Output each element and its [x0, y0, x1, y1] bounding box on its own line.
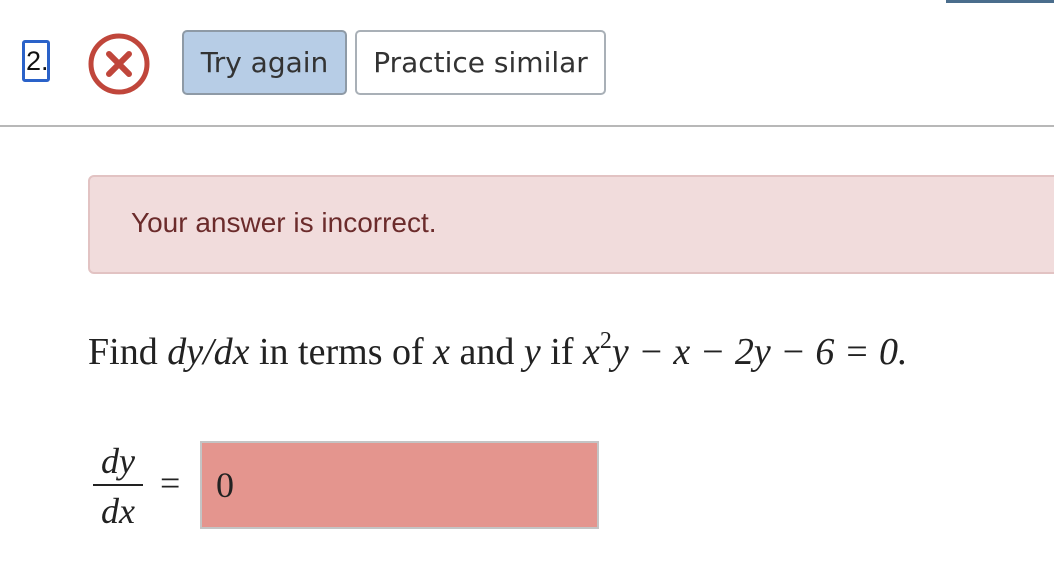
derivative-notation: dy/dx	[167, 331, 250, 373]
question-mid-3: if	[540, 331, 583, 373]
try-again-button[interactable]: Try again	[182, 30, 347, 95]
x-circle-icon	[88, 33, 150, 95]
equation-exponent: 2	[599, 328, 612, 354]
variable-x: x	[433, 331, 451, 373]
question-text: Find dy/dx in terms of x and y if x2y − …	[88, 326, 908, 378]
question-number[interactable]: 2.	[22, 40, 50, 82]
question-mid-2: and	[450, 331, 524, 373]
equation-rest: y − x − 2y − 6 = 0.	[611, 331, 908, 373]
question-prefix: Find	[88, 331, 168, 373]
practice-similar-button[interactable]: Practice similar	[355, 30, 606, 95]
question-mid-1: in terms of	[249, 331, 434, 373]
alert-message: Your answer is incorrect.	[131, 207, 437, 238]
equals-sign: =	[160, 463, 181, 503]
fraction-numerator: dy	[101, 441, 135, 481]
equation-x: x	[582, 331, 600, 373]
header-divider	[0, 125, 1054, 127]
incorrect-alert: Your answer is incorrect.	[88, 175, 1054, 274]
fraction-bar	[93, 484, 143, 486]
fraction-denominator: dx	[101, 491, 135, 531]
top-accent-line	[946, 0, 1054, 3]
variable-y: y	[523, 331, 541, 373]
answer-input[interactable]	[200, 441, 599, 529]
dy-dx-fraction: dy dx	[93, 440, 143, 532]
